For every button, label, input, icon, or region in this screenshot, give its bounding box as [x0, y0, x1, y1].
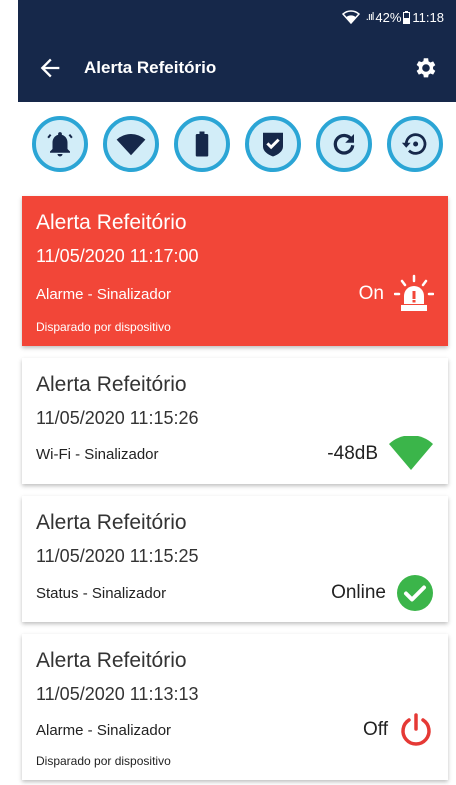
- page-title: Alerta Refeitório: [84, 58, 217, 77]
- back-arrow-icon[interactable]: [36, 54, 64, 82]
- wifi-signal-icon: [389, 436, 433, 470]
- card-label: Status - Sinalizador: [36, 584, 167, 602]
- shield-check-button[interactable]: [244, 116, 301, 172]
- card-value: Off: [363, 719, 388, 740]
- wifi-status-icon: [341, 10, 360, 24]
- shield-check-icon: [262, 132, 283, 157]
- app-bar: Alerta Refeitório: [18, 34, 456, 102]
- card-subtitle: Disparado por dispositivo: [36, 754, 171, 768]
- toolbar-icons: [18, 112, 456, 176]
- card-title: Alerta Refeitório: [36, 649, 187, 672]
- signal-icon: .ııl: [365, 11, 375, 23]
- check-circle-icon: [397, 575, 433, 611]
- battery-button[interactable]: [173, 116, 230, 172]
- card-datetime: 11/05/2020 11:15:26: [36, 408, 199, 428]
- bell-alert-icon: [46, 132, 73, 157]
- card-datetime: 11/05/2020 11:15:25: [36, 546, 199, 566]
- history-icon: [401, 133, 426, 155]
- bell-alert-button[interactable]: [31, 116, 88, 172]
- card-value: On: [358, 283, 384, 304]
- card-label: Wi-Fi - Sinalizador: [36, 445, 159, 463]
- power-icon: [401, 713, 431, 746]
- clock: 11:18: [412, 9, 444, 25]
- battery-percent: 42%: [375, 9, 402, 25]
- battery-icon: [195, 131, 208, 157]
- card-datetime: 11/05/2020 11:13:13: [36, 684, 199, 704]
- refresh-button[interactable]: [315, 116, 372, 172]
- alarm-off-card[interactable]: Alerta Refeitório 11/05/2020 11:13:13 Al…: [22, 634, 448, 780]
- battery-status-icon: [403, 10, 411, 24]
- gear-icon[interactable]: [412, 55, 438, 81]
- card-title: Alerta Refeitório: [36, 373, 187, 396]
- card-label: Alarme - Sinalizador: [36, 721, 172, 739]
- card-value: -48dB: [327, 443, 378, 464]
- card-datetime: 11/05/2020 11:17:00: [36, 246, 199, 266]
- refresh-icon: [333, 133, 354, 155]
- card-subtitle: Disparado por dispositivo: [36, 320, 171, 334]
- status-card[interactable]: Alerta Refeitório 11/05/2020 11:15:25 St…: [22, 496, 448, 622]
- wifi-icon: [116, 134, 145, 156]
- wifi-card[interactable]: Alerta Refeitório 11/05/2020 11:15:26 Wi…: [22, 358, 448, 484]
- card-value: Online: [331, 582, 386, 603]
- card-title: Alerta Refeitório: [36, 511, 187, 534]
- wifi-button[interactable]: [102, 116, 159, 172]
- alarm-card[interactable]: Alerta Refeitório 11/05/2020 11:17:00 Al…: [22, 196, 448, 346]
- history-button[interactable]: [386, 116, 443, 172]
- status-bar: .ııl 42% 11:18: [18, 0, 456, 34]
- siren-icon: [394, 274, 434, 311]
- card-label: Alarme - Sinalizador: [36, 285, 172, 303]
- card-title: Alerta Refeitório: [36, 211, 187, 234]
